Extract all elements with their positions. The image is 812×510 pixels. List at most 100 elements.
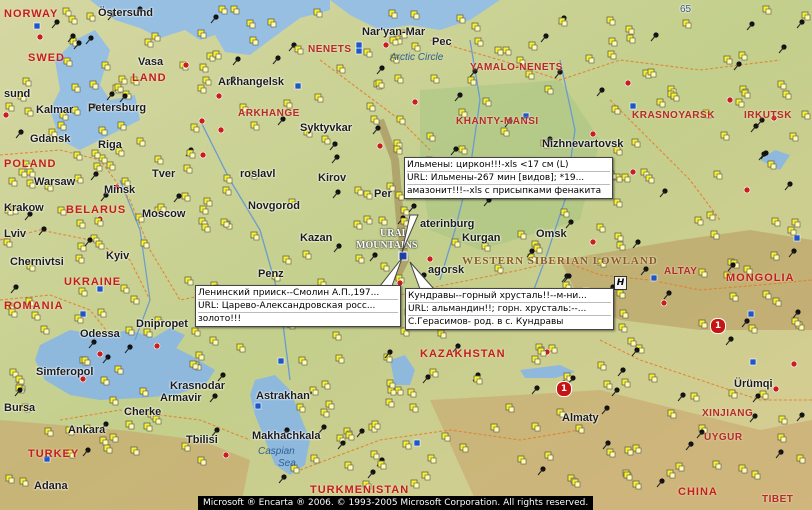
site-marker-icon[interactable] (666, 469, 676, 479)
site-marker-icon[interactable] (363, 190, 373, 200)
site-marker-icon[interactable] (400, 206, 410, 216)
site-marker-icon[interactable] (627, 337, 637, 347)
site-marker-icon[interactable] (71, 83, 81, 93)
site-marker-icon[interactable] (575, 424, 585, 434)
pushpin-icon[interactable] (369, 252, 378, 262)
site-marker-icon[interactable] (117, 121, 127, 131)
pushpin-icon[interactable] (617, 367, 626, 377)
blue-marker-icon[interactable] (254, 402, 262, 410)
site-marker-icon[interactable] (621, 378, 631, 388)
site-marker-icon[interactable] (181, 192, 191, 202)
blue-marker-icon[interactable] (277, 357, 285, 365)
site-marker-icon[interactable] (471, 22, 481, 32)
site-marker-icon[interactable] (791, 218, 801, 228)
site-marker-icon[interactable] (451, 238, 461, 248)
site-marker-icon[interactable] (796, 454, 806, 464)
site-marker-icon[interactable] (395, 191, 405, 201)
site-marker-icon[interactable] (77, 242, 87, 252)
site-marker-icon[interactable] (366, 102, 376, 112)
site-marker-icon[interactable] (537, 347, 547, 357)
pushpin-icon[interactable] (601, 405, 610, 415)
pushpin-icon[interactable] (418, 272, 427, 282)
site-marker-icon[interactable] (31, 311, 41, 321)
site-marker-icon[interactable] (197, 29, 207, 39)
site-marker-icon[interactable] (209, 336, 219, 346)
pushpin-icon[interactable] (82, 447, 91, 457)
red-marker-icon[interactable] (382, 41, 390, 49)
site-marker-icon[interactable] (296, 403, 306, 413)
blue-marker-icon[interactable] (629, 102, 637, 110)
site-marker-icon[interactable] (24, 107, 34, 117)
pushpin-icon[interactable] (685, 441, 694, 451)
pushpin-icon[interactable] (372, 125, 381, 135)
site-marker-icon[interactable] (729, 292, 739, 302)
site-marker-icon[interactable] (385, 398, 395, 408)
red-marker-icon[interactable] (790, 360, 798, 368)
pushpin-icon[interactable] (531, 385, 540, 395)
site-marker-icon[interactable] (321, 380, 331, 390)
site-marker-icon[interactable] (136, 137, 146, 147)
pushpin-icon[interactable] (332, 189, 341, 199)
site-marker-icon[interactable] (40, 325, 50, 335)
pushpin-icon[interactable] (232, 56, 241, 66)
red-marker-icon[interactable] (198, 117, 206, 125)
site-marker-icon[interactable] (517, 455, 527, 465)
pushpin-icon[interactable] (596, 87, 605, 97)
site-marker-icon[interactable] (606, 448, 616, 458)
site-marker-icon[interactable] (201, 223, 211, 233)
site-marker-icon[interactable] (283, 99, 293, 109)
site-marker-icon[interactable] (618, 323, 628, 333)
site-marker-icon[interactable] (378, 216, 388, 226)
pushpin-icon[interactable] (376, 65, 385, 75)
site-marker-icon[interactable] (363, 48, 373, 58)
pushpin-icon[interactable] (640, 266, 649, 276)
site-marker-icon[interactable] (396, 115, 406, 125)
pushpin-icon[interactable] (602, 440, 611, 450)
red-marker-icon[interactable] (629, 168, 637, 176)
site-marker-icon[interactable] (22, 77, 32, 87)
site-marker-icon[interactable] (118, 75, 128, 85)
site-marker-icon[interactable] (458, 145, 468, 155)
pushpin-icon[interactable] (632, 239, 641, 249)
site-marker-icon[interactable] (91, 149, 101, 159)
blue-marker-icon[interactable] (33, 22, 41, 30)
site-marker-icon[interactable] (801, 110, 811, 120)
pushpin-icon[interactable] (84, 237, 93, 247)
tooltip-leninsky[interactable]: Ленинский прииск--Смолин А.П.,197... URL… (195, 285, 401, 327)
site-marker-icon[interactable] (626, 34, 636, 44)
site-marker-icon[interactable] (354, 186, 364, 196)
site-marker-icon[interactable] (73, 151, 83, 161)
site-marker-icon[interactable] (533, 244, 543, 254)
pushpin-icon[interactable] (540, 33, 549, 43)
site-marker-icon[interactable] (130, 295, 140, 305)
site-marker-icon[interactable] (748, 324, 758, 334)
site-marker-icon[interactable] (777, 80, 787, 90)
site-marker-icon[interactable] (140, 239, 150, 249)
red-marker-icon[interactable] (153, 342, 161, 350)
site-marker-icon[interactable] (183, 164, 193, 174)
site-marker-icon[interactable] (801, 11, 811, 21)
site-marker-icon[interactable] (407, 388, 417, 398)
site-marker-icon[interactable] (675, 462, 685, 472)
site-marker-icon[interactable] (741, 89, 751, 99)
site-marker-icon[interactable] (250, 121, 260, 131)
pushpin-icon[interactable] (454, 92, 463, 102)
site-marker-icon[interactable] (57, 206, 67, 216)
site-marker-icon[interactable] (544, 451, 554, 461)
site-marker-icon[interactable] (544, 85, 554, 95)
pushpin-icon[interactable] (124, 344, 133, 354)
site-marker-icon[interactable] (57, 121, 67, 131)
site-marker-icon[interactable] (502, 46, 512, 56)
site-marker-icon[interactable] (767, 160, 777, 170)
site-marker-icon[interactable] (429, 368, 439, 378)
site-marker-icon[interactable] (109, 396, 119, 406)
site-marker-icon[interactable] (320, 408, 330, 418)
site-marker-icon[interactable] (624, 446, 634, 456)
site-marker-icon[interactable] (713, 170, 723, 180)
site-marker-icon[interactable] (614, 232, 624, 242)
pushpin-icon[interactable] (367, 469, 376, 479)
site-marker-icon[interactable] (631, 138, 641, 148)
site-marker-icon[interactable] (474, 37, 484, 47)
site-marker-icon[interactable] (409, 403, 419, 413)
site-marker-icon[interactable] (99, 436, 109, 446)
